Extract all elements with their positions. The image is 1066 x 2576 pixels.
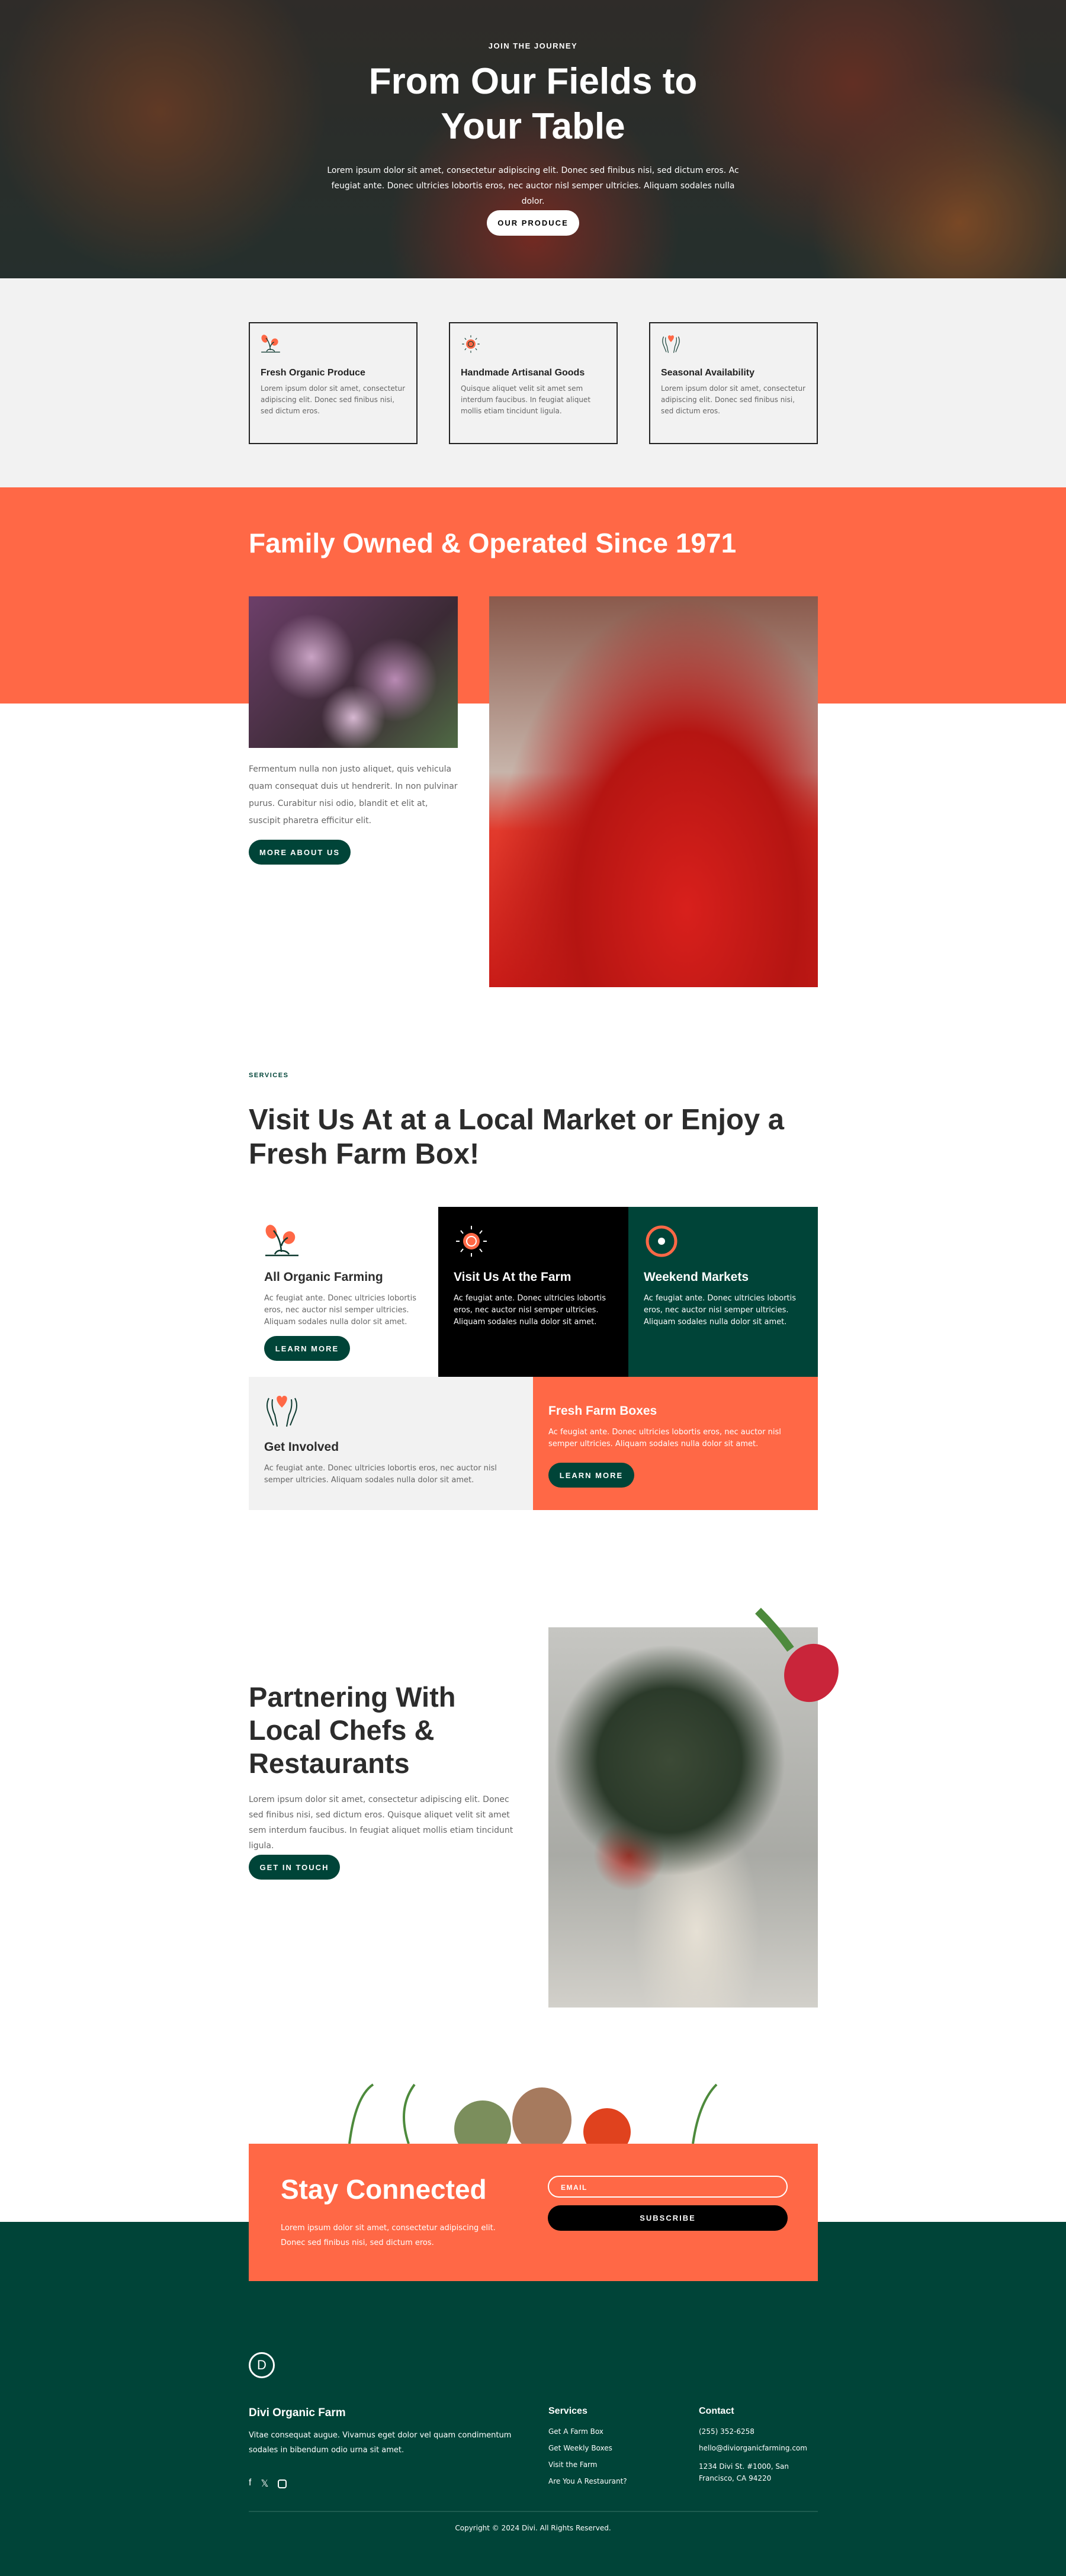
eggplant-image xyxy=(249,596,458,748)
footer-services: Services Get A Farm Box Get Weekly Boxes… xyxy=(548,2406,627,2494)
services-eyebrow: SERVICES xyxy=(249,1072,289,1079)
service-card: Fresh Farm Boxes Ac feugiat ante. Donec … xyxy=(533,1377,818,1510)
newsletter-text: Lorem ipsum dolor sit amet, consectetur … xyxy=(281,2224,496,2247)
x-icon[interactable]: 𝕏 xyxy=(261,2478,268,2490)
more-about-us-button[interactable]: MORE ABOUT US xyxy=(249,840,351,865)
service-title: All Organic Farming xyxy=(264,1270,383,1284)
feature-text: Quisque aliquet velit sit amet sem inter… xyxy=(461,384,591,415)
service-card: All Organic Farming Ac feugiat ante. Don… xyxy=(249,1207,438,1377)
hero-title-line: From Our Fields to xyxy=(368,61,698,102)
feature-title: Seasonal Availability xyxy=(661,368,754,378)
partner-title-line: Restaurants xyxy=(249,1748,410,1779)
sun-icon xyxy=(454,1223,489,1259)
service-card: Visit Us At the Farm Ac feugiat ante. Do… xyxy=(438,1207,628,1377)
service-card: Weekend Markets Ac feugiat ante. Donec u… xyxy=(628,1207,818,1377)
hero-section: JOIN THE JOURNEY From Our Fields to Your… xyxy=(0,0,1066,278)
footer-divider xyxy=(249,2511,818,2512)
feature-text: Lorem ipsum dolor sit amet, consectetur … xyxy=(261,384,406,415)
service-text: Ac feugiat ante. Donec ultricies loborti… xyxy=(264,1294,417,1326)
feature-title: Handmade Artisanal Goods xyxy=(461,368,585,378)
about-title: Family Owned & Operated Since 1971 xyxy=(249,528,737,558)
service-card: Get Involved Ac feugiat ante. Donec ultr… xyxy=(249,1377,533,1510)
newsletter-title: Stay Connected xyxy=(281,2174,487,2205)
facebook-icon[interactable]: f xyxy=(249,2478,251,2490)
partner-title-line: Partnering With xyxy=(249,1681,456,1713)
our-produce-button[interactable]: OUR PRODUCE xyxy=(487,210,579,236)
services-title-line: Fresh Farm Box! xyxy=(249,1138,480,1170)
feature-text: Lorem ipsum dolor sit amet, consectetur … xyxy=(661,384,806,415)
feature-card: Fresh Organic Produce Lorem ipsum dolor … xyxy=(249,322,418,444)
social-links: f 𝕏 xyxy=(249,2478,287,2490)
footer-contact: Contact (255) 352-6258 hello@diviorganic… xyxy=(699,2406,820,2493)
sprout-icon xyxy=(264,1223,300,1259)
feature-card: Handmade Artisanal Goods Quisque aliquet… xyxy=(449,322,618,444)
footer-address: 1234 Divi St. #1000, San Francisco, CA 9… xyxy=(699,2462,789,2482)
copyright: Copyright © 2024 Divi. All Rights Reserv… xyxy=(455,2524,611,2532)
footer-services-title: Services xyxy=(548,2406,587,2416)
service-text: Ac feugiat ante. Donec ultricies loborti… xyxy=(644,1294,797,1326)
footer-text: Vitae consequat augue. Vivamus eget dolo… xyxy=(249,2431,512,2455)
hands-heart-icon xyxy=(661,334,681,354)
learn-more-button[interactable]: LEARN MORE xyxy=(264,1336,350,1361)
service-text: Ac feugiat ante. Donec ultricies loborti… xyxy=(454,1294,606,1326)
sun-icon xyxy=(461,334,481,354)
footer-email[interactable]: hello@diviorganicfarming.com xyxy=(699,2444,820,2452)
footer-link[interactable]: Are You A Restaurant? xyxy=(548,2477,627,2485)
hero-text: Lorem ipsum dolor sit amet, consectetur … xyxy=(327,166,739,206)
hero-eyebrow: JOIN THE JOURNEY xyxy=(488,41,578,50)
feature-card: Seasonal Availability Lorem ipsum dolor … xyxy=(649,322,818,444)
partner-title-line: Local Chefs & xyxy=(249,1714,435,1746)
service-title: Visit Us At the Farm xyxy=(454,1270,571,1284)
partner-text: Lorem ipsum dolor sit amet, consectetur … xyxy=(249,1795,513,1851)
services-title: Visit Us At at a Local Market or Enjoy a… xyxy=(249,1103,784,1171)
hands-heart-icon xyxy=(264,1393,300,1429)
footer-link[interactable]: Get Weekly Boxes xyxy=(548,2444,627,2452)
logo-letter: D xyxy=(257,2357,266,2372)
radish-illustration xyxy=(755,1608,839,1703)
footer-brand: Divi Organic Farm xyxy=(249,2407,346,2419)
footer-link[interactable]: Visit the Farm xyxy=(548,2461,627,2469)
tomatoes-image xyxy=(489,596,818,987)
footer-contact-title: Contact xyxy=(699,2406,734,2416)
email-input[interactable]: EMAIL xyxy=(548,2176,788,2198)
divi-logo[interactable]: D xyxy=(249,2352,275,2378)
service-title: Weekend Markets xyxy=(644,1270,749,1284)
hero-title-line: Your Table xyxy=(441,106,625,147)
service-text: Ac feugiat ante. Donec ultricies loborti… xyxy=(264,1464,497,1485)
service-title: Get Involved xyxy=(264,1440,339,1454)
hero-title: From Our Fields to Your Table xyxy=(0,59,1066,149)
footer-link[interactable]: Get A Farm Box xyxy=(548,2427,627,2436)
feature-title: Fresh Organic Produce xyxy=(261,368,365,378)
sprout-icon xyxy=(261,334,281,354)
service-text: Ac feugiat ante. Donec ultricies loborti… xyxy=(548,1428,781,1448)
about-text: Fermentum nulla non justo aliquet, quis … xyxy=(249,765,458,826)
learn-more-button[interactable]: LEARN MORE xyxy=(548,1463,634,1488)
vegetables-illustration xyxy=(348,2083,718,2144)
service-title: Fresh Farm Boxes xyxy=(548,1404,657,1418)
services-title-line: Visit Us At at a Local Market or Enjoy a xyxy=(249,1104,785,1136)
partner-title: Partnering With Local Chefs & Restaurant… xyxy=(249,1681,455,1780)
location-ring-icon xyxy=(646,1225,678,1257)
footer-phone[interactable]: (255) 352-6258 xyxy=(699,2427,820,2436)
newsletter-box: Stay Connected Lorem ipsum dolor sit ame… xyxy=(249,2144,818,2281)
get-in-touch-button[interactable]: GET IN TOUCH xyxy=(249,1855,340,1880)
subscribe-button[interactable]: SUBSCRIBE xyxy=(548,2205,788,2231)
instagram-icon[interactable] xyxy=(278,2479,287,2488)
